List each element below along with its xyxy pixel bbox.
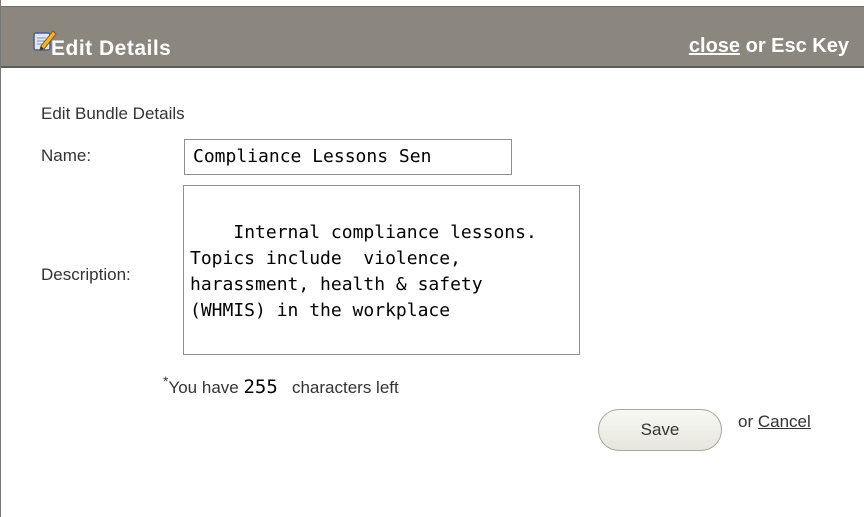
- name-input[interactable]: Compliance Lessons Sen: [184, 139, 512, 175]
- description-label: Description:: [41, 265, 131, 284]
- edit-details-dialog: Edit Details close or Esc Key Edit Bundl…: [0, 0, 864, 517]
- required-asterisk: *: [163, 373, 169, 389]
- description-text: Internal compliance lessons. Topics incl…: [190, 222, 537, 321]
- chars-prefix: You have: [168, 378, 244, 397]
- section-heading: Edit Bundle Details: [41, 104, 185, 123]
- dialog-title: Edit Details: [51, 37, 172, 60]
- chars-left-count: 255: [243, 376, 278, 398]
- cancel-area: or Cancel: [738, 412, 811, 432]
- description-textarea[interactable]: Internal compliance lessons. Topics incl…: [183, 185, 580, 355]
- close-hint: close or Esc Key: [689, 35, 849, 58]
- dialog-titlebar: Edit Details close or Esc Key: [1, 6, 864, 68]
- chars-suffix: characters left: [277, 378, 399, 397]
- resize-grip-icon[interactable]: [564, 339, 576, 351]
- esc-key-hint: or Esc Key: [740, 35, 849, 57]
- char-count-note: *You have 255 characters left: [163, 373, 399, 398]
- or-text: or: [738, 412, 758, 431]
- cancel-link[interactable]: Cancel: [758, 412, 811, 431]
- save-button[interactable]: Save: [598, 409, 722, 451]
- close-link[interactable]: close: [689, 35, 740, 57]
- name-label: Name:: [41, 146, 92, 165]
